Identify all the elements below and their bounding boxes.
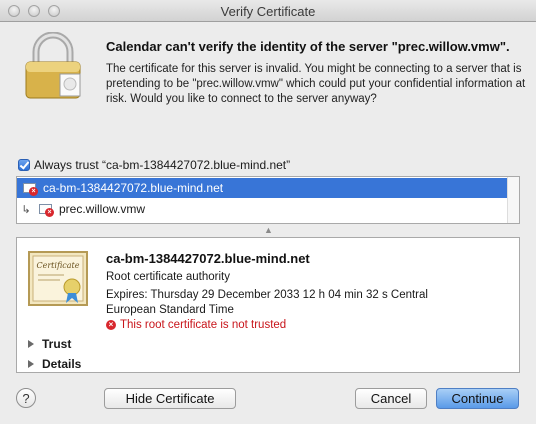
window-title: Verify Certificate: [220, 4, 316, 19]
lock-icon: [25, 32, 81, 99]
details-disclosure-label: Details: [42, 357, 82, 371]
cancel-button[interactable]: Cancel: [355, 388, 427, 409]
certificate-tree[interactable]: × ca-bm-1384427072.blue-mind.net ↳ × pre…: [16, 176, 520, 224]
checkbox-checked-icon[interactable]: [18, 159, 30, 171]
error-x-icon: ×: [106, 320, 116, 330]
disclosure-triangle-icon[interactable]: [28, 360, 34, 368]
trust-disclosure[interactable]: Trust: [28, 337, 71, 351]
certificate-warning: × This root certificate is not trusted: [106, 319, 286, 331]
dialog-description: The certificate for this server is inval…: [106, 63, 526, 105]
certificate-expiry: Expires: Thursday 29 December 2033 12 h …: [106, 289, 428, 316]
svg-text:Certificate: Certificate: [37, 261, 80, 270]
tree-branch-arrow-icon: ↳: [21, 203, 31, 216]
certificate-icon: Certificate: [28, 251, 88, 306]
tree-item-label: prec.willow.vmw: [59, 202, 146, 216]
dialog-headline: Calendar can't verify the identity of th…: [106, 39, 510, 54]
always-trust-label: Always trust “ca-bm-1384427072.blue-mind…: [34, 158, 291, 172]
hide-certificate-button[interactable]: Hide Certificate: [104, 388, 236, 409]
disclosure-triangle-icon[interactable]: [28, 340, 34, 348]
help-button[interactable]: ?: [16, 388, 36, 408]
tree-item-server-cert[interactable]: ↳ × prec.willow.vmw: [17, 199, 509, 219]
invalid-certificate-icon: ×: [23, 182, 38, 196]
details-disclosure[interactable]: Details: [28, 357, 81, 371]
tree-item-label: ca-bm-1384427072.blue-mind.net: [43, 181, 224, 195]
tree-scrollbar[interactable]: [507, 177, 519, 223]
certificate-type: Root certificate authority: [106, 271, 231, 283]
always-trust-checkbox[interactable]: Always trust “ca-bm-1384427072.blue-mind…: [18, 158, 290, 172]
title-bar: Verify Certificate: [0, 0, 536, 22]
continue-button[interactable]: Continue: [436, 388, 519, 409]
trust-disclosure-label: Trust: [42, 337, 72, 351]
tree-item-root-cert[interactable]: × ca-bm-1384427072.blue-mind.net: [17, 178, 509, 198]
splitter-handle-icon[interactable]: ▲: [264, 226, 273, 235]
invalid-certificate-icon: ×: [39, 203, 54, 217]
certificate-name: ca-bm-1384427072.blue-mind.net: [106, 251, 310, 266]
certificate-warning-text: This root certificate is not trusted: [120, 319, 287, 331]
